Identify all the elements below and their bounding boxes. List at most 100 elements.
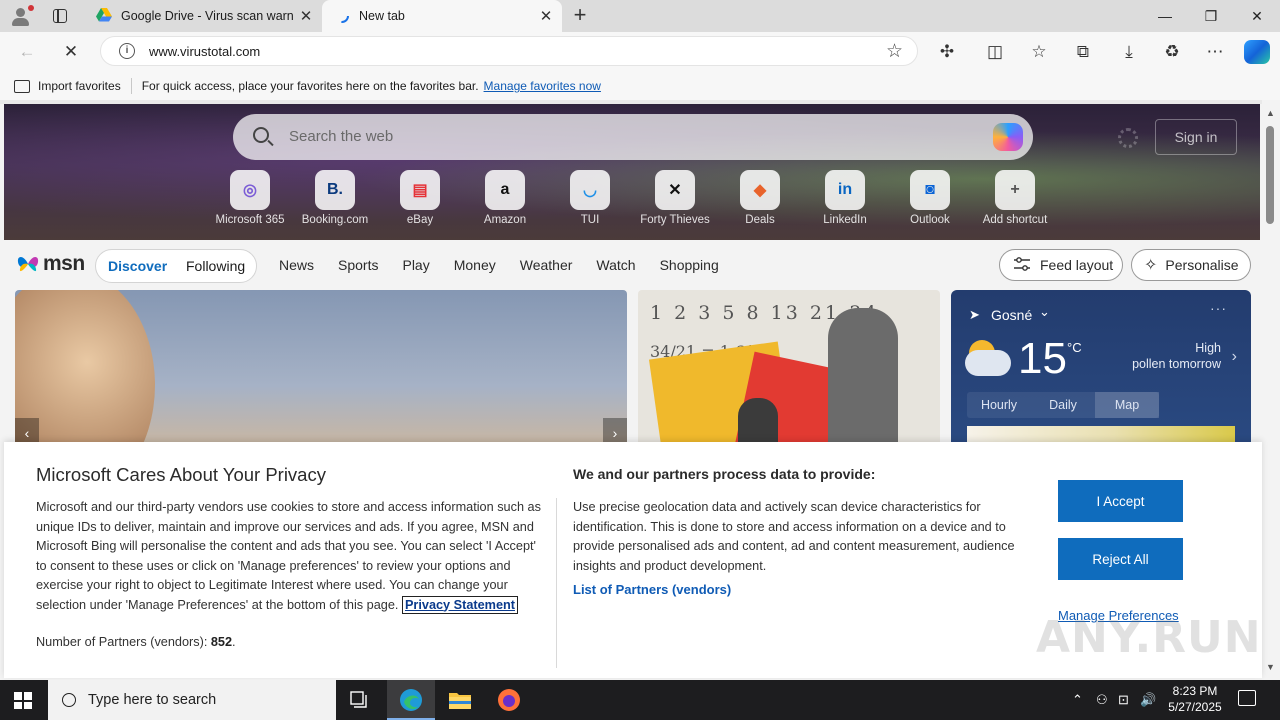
- nav-link-watch[interactable]: Watch: [596, 257, 635, 273]
- new-tab-button[interactable]: +: [568, 4, 592, 28]
- shortcut-ebay[interactable]: ▤ eBay: [378, 170, 462, 226]
- personalise-button[interactable]: ✧ Personalise: [1131, 249, 1251, 281]
- edge-taskbar-icon[interactable]: [387, 680, 435, 720]
- close-tab-icon[interactable]: ✕: [294, 4, 318, 28]
- tab-title: New tab: [359, 9, 405, 23]
- nav-link-play[interactable]: Play: [402, 257, 429, 273]
- copilot-search-icon[interactable]: [993, 123, 1023, 151]
- device-icon[interactable]: ⚇: [1096, 692, 1108, 708]
- settings-gear-icon[interactable]: [1118, 128, 1138, 148]
- shortcut-icon: ◎: [230, 170, 270, 210]
- address-bar[interactable]: i www.virustotal.com ☆: [100, 36, 918, 66]
- scroll-up-icon[interactable]: ▲: [1266, 108, 1275, 118]
- close-tab-icon[interactable]: ✕: [534, 4, 558, 28]
- list-of-partners-link[interactable]: List of Partners (vendors): [573, 582, 731, 597]
- taskbar-search-input[interactable]: Type here to search: [48, 680, 336, 720]
- shortcut-amazon[interactable]: a Amazon: [463, 170, 547, 226]
- cloud-icon: [965, 350, 1011, 376]
- split-screen-icon[interactable]: ◫: [980, 37, 1010, 67]
- nav-link-news[interactable]: News: [279, 257, 314, 273]
- network-icon[interactable]: ⊡: [1118, 692, 1129, 708]
- weather-location[interactable]: Gosné: [991, 307, 1032, 323]
- search-icon: [253, 127, 269, 143]
- more-menu-icon[interactable]: ⋯: [1200, 37, 1230, 67]
- tab-hourly[interactable]: Hourly: [967, 392, 1031, 418]
- shortcut-tui[interactable]: ◡ TUI: [548, 170, 632, 226]
- profile-avatar-icon[interactable]: [8, 5, 34, 27]
- tab-discover[interactable]: Discover: [108, 258, 167, 274]
- news-card-image[interactable]: 1 2 3 5 8 13 21 34 34/21 = 1,618: [638, 290, 940, 450]
- location-arrow-icon: ➤: [969, 307, 980, 322]
- task-view-icon[interactable]: [336, 680, 384, 720]
- pollen-forecast[interactable]: High pollen tomorrow: [1132, 340, 1221, 372]
- shortcut-icon: ▤: [400, 170, 440, 210]
- back-button[interactable]: ←: [12, 37, 42, 67]
- restore-button[interactable]: ❐: [1188, 0, 1234, 32]
- shortcut-outlook[interactable]: ◙ Outlook: [888, 170, 972, 226]
- purposes-text: Use precise geolocation data and activel…: [573, 500, 1015, 573]
- scrollbar-thumb[interactable]: [1266, 126, 1274, 224]
- shortcut-linkedin[interactable]: in LinkedIn: [803, 170, 887, 226]
- privacy-statement-link[interactable]: Privacy Statement: [401, 595, 518, 614]
- site-info-icon[interactable]: i: [119, 43, 135, 59]
- vertical-scrollbar[interactable]: ▲ ▼: [1262, 100, 1280, 680]
- firefox-icon[interactable]: [485, 680, 533, 720]
- shortcut-add-shortcut[interactable]: + Add shortcut: [973, 170, 1057, 226]
- notification-center-icon[interactable]: [1238, 690, 1256, 706]
- manage-favorites-link[interactable]: Manage favorites now: [484, 79, 601, 93]
- msn-logo[interactable]: msn: [16, 252, 85, 276]
- web-search-input[interactable]: Search the web: [233, 114, 1033, 160]
- navigation-bar: ← ✕ i www.virustotal.com ☆ ✣ ◫ ☆ ⧉ ⤓ ♻ ⋯: [0, 32, 1280, 72]
- favorites-icon[interactable]: ☆: [1024, 37, 1054, 67]
- feed-tabs: Discover Following: [95, 249, 257, 283]
- tab-daily[interactable]: Daily: [1031, 392, 1095, 418]
- shortcut-icon: ◆: [740, 170, 780, 210]
- news-carousel-card[interactable]: ‹ ›: [15, 290, 627, 450]
- tab-google-drive[interactable]: Google Drive - Virus scan warning ✕: [84, 0, 322, 32]
- tab-new-tab[interactable]: New tab ✕: [322, 0, 562, 32]
- reject-all-button[interactable]: Reject All: [1058, 538, 1183, 580]
- tab-map[interactable]: Map: [1095, 392, 1159, 418]
- tab-actions-icon[interactable]: [48, 6, 72, 26]
- tab-following[interactable]: Following: [186, 258, 245, 274]
- anyrun-watermark: ANY.RUN: [1036, 612, 1262, 663]
- copilot-icon[interactable]: [1244, 40, 1270, 64]
- shortcut-label: TUI: [580, 214, 600, 226]
- nav-link-money[interactable]: Money: [454, 257, 496, 273]
- import-favorites-icon[interactable]: [14, 79, 30, 93]
- downloads-icon[interactable]: ⤓: [1114, 37, 1144, 67]
- import-favorites-button[interactable]: Import favorites: [38, 79, 121, 93]
- clock-date: 5/27/2025: [1168, 700, 1222, 714]
- shortcut-booking-com[interactable]: B. Booking.com: [293, 170, 377, 226]
- close-window-button[interactable]: ✕: [1234, 0, 1280, 32]
- weather-more-icon[interactable]: ···: [1210, 300, 1227, 316]
- url-text[interactable]: www.virustotal.com: [149, 44, 260, 59]
- new-tab-hero: Search the web Sign in ◎ Microsoft 365 B. B…: [4, 104, 1260, 240]
- shortcut-forty-thieves[interactable]: ✕ Forty Thieves: [633, 170, 717, 226]
- feed-layout-button[interactable]: Feed layout: [999, 249, 1123, 281]
- minimize-button[interactable]: —: [1142, 0, 1188, 32]
- windows-start-icon[interactable]: [14, 692, 32, 709]
- volume-icon[interactable]: 🔊: [1140, 692, 1156, 708]
- system-clock[interactable]: 8:23 PM 5/27/2025: [1160, 683, 1230, 715]
- collections-icon[interactable]: ⧉: [1068, 37, 1098, 67]
- chevron-right-icon[interactable]: ›: [1232, 348, 1237, 366]
- show-hidden-icons[interactable]: ⌃: [1072, 692, 1083, 708]
- nav-link-weather[interactable]: Weather: [520, 257, 573, 273]
- stop-loading-button[interactable]: ✕: [56, 37, 86, 67]
- shortcut-microsoft-365[interactable]: ◎ Microsoft 365: [208, 170, 292, 226]
- sign-in-button[interactable]: Sign in: [1155, 119, 1237, 155]
- browser-essentials-icon[interactable]: ♻: [1157, 37, 1187, 67]
- nav-link-shopping[interactable]: Shopping: [660, 257, 719, 273]
- shortcut-label: Forty Thieves: [640, 214, 710, 226]
- shortcut-label: Amazon: [483, 214, 527, 226]
- shortcut-deals[interactable]: ◆ Deals: [718, 170, 802, 226]
- nav-link-sports[interactable]: Sports: [338, 257, 378, 273]
- weather-card[interactable]: ➤ Gosné ⌄ ··· 15 °C High pollen tomorrow…: [951, 290, 1251, 450]
- location-chevron-icon[interactable]: ⌄: [1039, 304, 1050, 320]
- add-favorite-icon[interactable]: ☆: [886, 40, 903, 63]
- extensions-icon[interactable]: ✣: [932, 37, 962, 67]
- file-explorer-icon[interactable]: [436, 680, 484, 720]
- accept-button[interactable]: I Accept: [1058, 480, 1183, 522]
- scroll-down-icon[interactable]: ▼: [1266, 662, 1275, 672]
